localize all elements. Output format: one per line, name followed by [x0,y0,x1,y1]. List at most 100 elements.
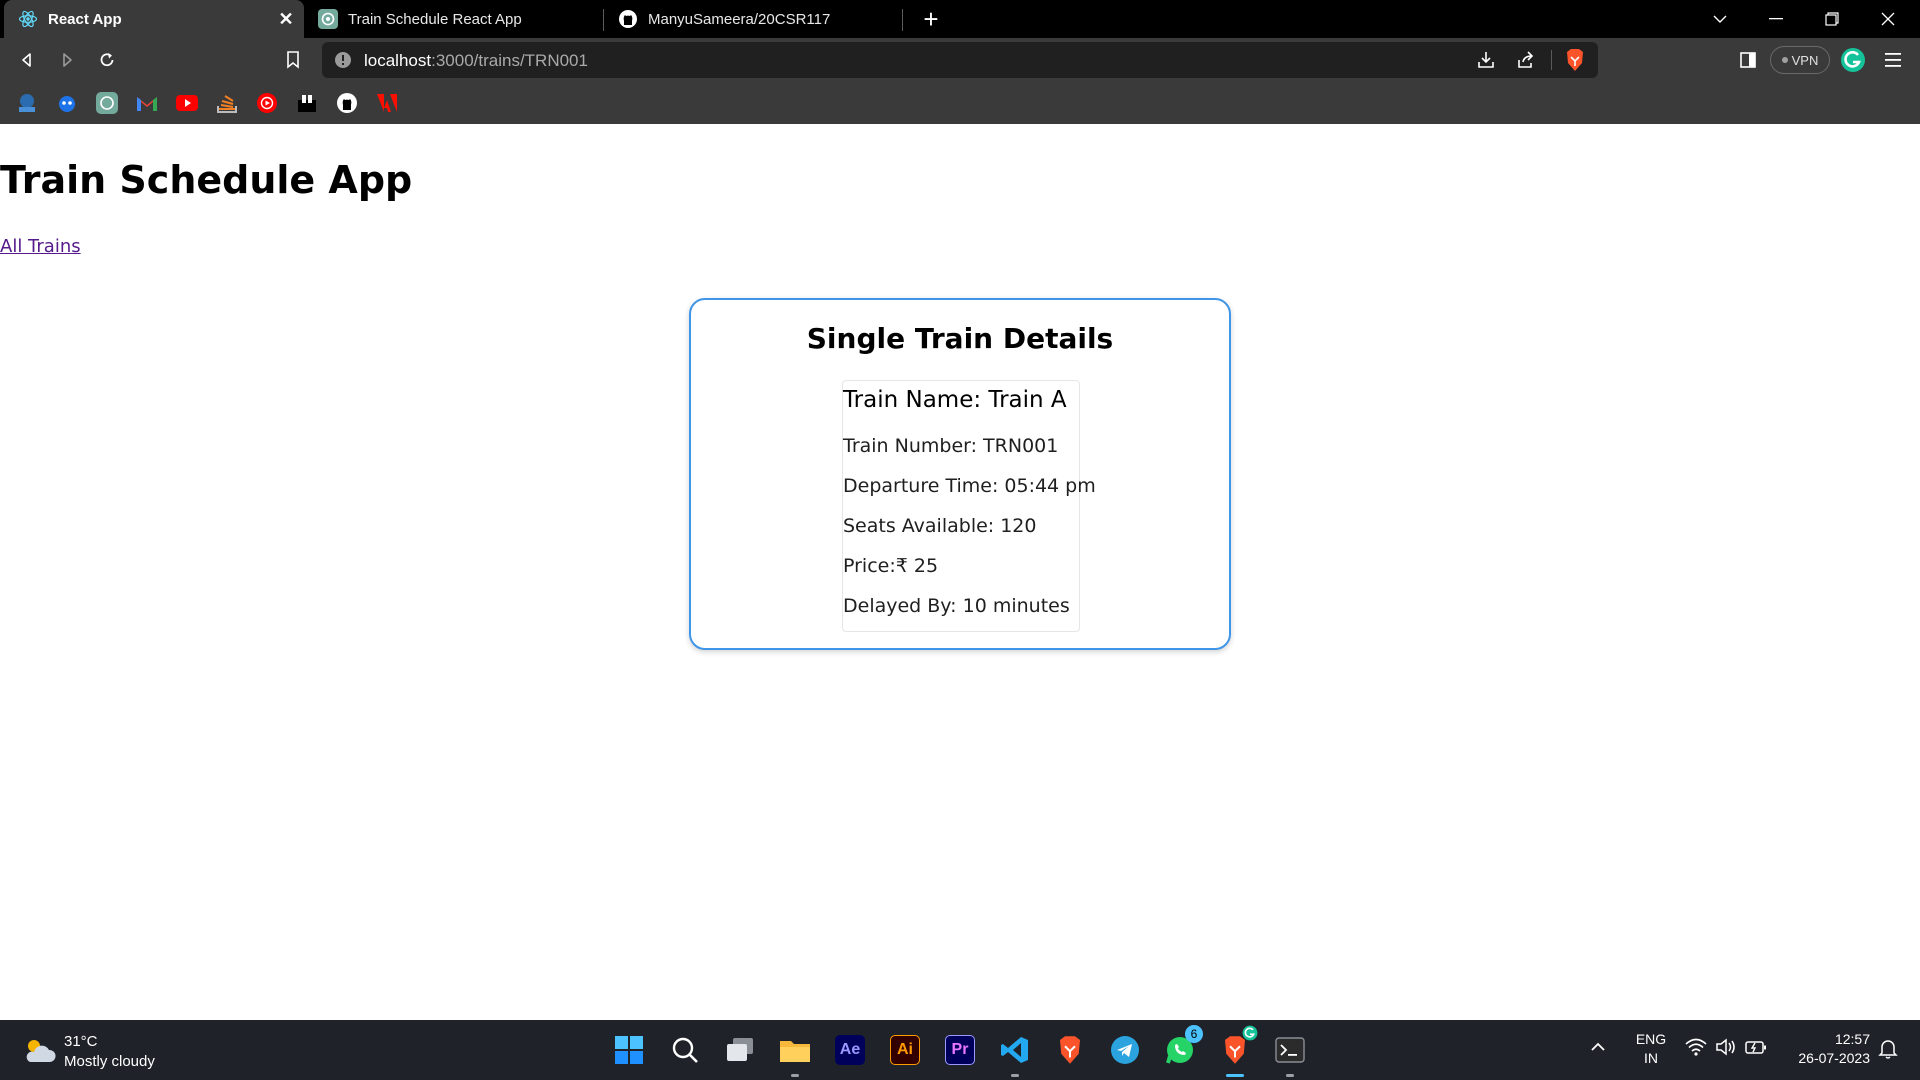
grammarly-icon[interactable] [1838,45,1868,75]
clock-date: 26-07-2023 [1798,1050,1870,1066]
vpn-label: VPN [1791,52,1819,68]
premiere-label: Pr [945,1035,975,1065]
tab-search-chevron-icon[interactable] [1692,0,1748,38]
notification-bell-icon[interactable] [1878,1038,1898,1065]
adobe-icon[interactable] [376,92,398,114]
install-app-icon[interactable] [1476,50,1496,75]
weather-text: 31°C Mostly cloudy [64,1032,155,1072]
terminal-icon[interactable] [1273,1033,1307,1077]
browser-toolbar: localhost:3000/trains/TRN001 VPN [0,38,1920,82]
omnibox-divider [1551,50,1552,70]
chatgpt-icon [318,9,338,29]
back-icon[interactable] [12,45,42,75]
card-heading: Single Train Details [806,322,1114,355]
page-title: Train Schedule App [0,158,413,202]
task-view-icon[interactable] [723,1033,757,1067]
github-icon [618,9,638,29]
bot-icon[interactable] [56,92,78,114]
tab-separator [902,9,903,31]
youtube-icon[interactable] [176,92,198,114]
illustrator-icon[interactable]: Ai [888,1033,922,1067]
tab-label: ManyuSameera/20CSR117 [648,10,831,28]
show-hidden-icons-chevron-icon[interactable] [1590,1040,1606,1058]
share-icon[interactable] [1516,50,1536,75]
brave-icon[interactable] [1053,1033,1087,1067]
clock-time: 12:57 [1834,1031,1870,1047]
bookmark-icon[interactable] [278,45,308,75]
unstop-icon[interactable] [296,92,318,114]
bookmarks-bar [0,82,1920,124]
url-path: :3000/trains/TRN001 [431,51,588,70]
sidebar-toggle-icon[interactable] [1733,45,1763,75]
page-content: Train Schedule App All Trains Single Tra… [0,124,1920,1020]
price: Price:₹ 25 [843,555,939,577]
vpn-button[interactable]: VPN [1770,46,1830,74]
vpn-status-dot [1781,57,1788,63]
weather-temp: 31°C [64,1033,98,1050]
train-info-box: Train Name: Train A Train Number: TRN001… [842,380,1096,632]
cloud-icon [22,1036,56,1069]
tab-strip: React App ✕ Train Schedule React App Man… [0,0,1920,38]
language-indicator[interactable]: ENG IN [1628,1030,1674,1068]
windows-start-icon[interactable] [612,1033,646,1067]
menu-icon[interactable] [1878,45,1908,75]
clock[interactable]: 12:57 26-07-2023 [1778,1030,1870,1068]
departure-time: Departure Time: 05:44 pm [843,475,1096,497]
chatgpt-icon[interactable] [96,92,118,114]
youtube-music-icon[interactable] [256,92,278,114]
gmail-icon[interactable] [136,92,158,114]
github-icon[interactable] [336,92,358,114]
delayed-by: Delayed By: 10 minutes [843,595,1070,617]
address-bar[interactable]: localhost:3000/trains/TRN001 [322,42,1598,78]
train-details-card: Single Train Details Train Name: Train A… [689,298,1231,650]
url-host: localhost [364,51,432,70]
brave-shields-icon[interactable] [1564,48,1586,77]
weather-widget[interactable]: 31°C Mostly cloudy [22,1032,155,1072]
weather-condition: Mostly cloudy [64,1053,155,1070]
volume-icon [1715,1038,1737,1061]
taskbar: 31°C Mostly cloudy Ae Ai Pr 6 ENG IN 12:… [0,1020,1920,1080]
train-name: Train Name: Train A [843,387,1067,413]
close-icon[interactable]: ✕ [276,9,296,29]
vscode-icon[interactable] [998,1033,1032,1077]
file-explorer-icon[interactable] [778,1033,812,1077]
illustrator-label: Ai [890,1035,920,1065]
notification-badge: 6 [1185,1025,1203,1043]
react-icon [18,9,38,29]
whatsapp-icon[interactable]: 6 [1163,1025,1203,1067]
forward-icon[interactable] [52,45,82,75]
battery-icon [1745,1038,1767,1061]
running-indicator [1286,1074,1294,1077]
new-tab-button[interactable]: + [916,4,946,34]
language-line2: IN [1644,1050,1658,1066]
minimize-icon[interactable] [1748,0,1804,38]
language-line1: ENG [1635,1031,1667,1047]
tab-react-app[interactable]: React App ✕ [4,0,304,38]
all-trains-link[interactable]: All Trains [0,236,81,257]
tab-label: Train Schedule React App [348,10,522,28]
running-indicator [1011,1074,1019,1077]
reload-icon[interactable] [92,45,122,75]
seats-available: Seats Available: 120 [843,515,1037,537]
tab-github[interactable]: ManyuSameera/20CSR117 [604,0,902,38]
train-number: Train Number: TRN001 [843,435,1059,457]
tab-train-schedule[interactable]: Train Schedule React App [304,0,602,38]
after-effects-label: Ae [835,1035,865,1065]
grammarly-badge-icon [1242,1025,1258,1046]
telegram-icon[interactable] [1108,1033,1142,1067]
restore-icon[interactable] [1804,0,1860,38]
site-info-icon[interactable] [334,51,352,74]
system-tray[interactable] [1685,1038,1767,1061]
stack-icon[interactable] [216,92,238,114]
after-effects-icon[interactable]: Ae [833,1033,867,1067]
wifi-icon [1685,1038,1707,1061]
site-icon[interactable] [16,92,38,114]
running-indicator [1226,1074,1244,1077]
tab-label: React App [48,10,122,28]
url-text: localhost:3000/trains/TRN001 [364,51,588,71]
brave-active-icon[interactable] [1218,1025,1258,1077]
search-icon[interactable] [668,1033,702,1067]
running-indicator [791,1074,799,1077]
window-close-icon[interactable] [1860,0,1916,38]
premiere-icon[interactable]: Pr [943,1033,977,1067]
